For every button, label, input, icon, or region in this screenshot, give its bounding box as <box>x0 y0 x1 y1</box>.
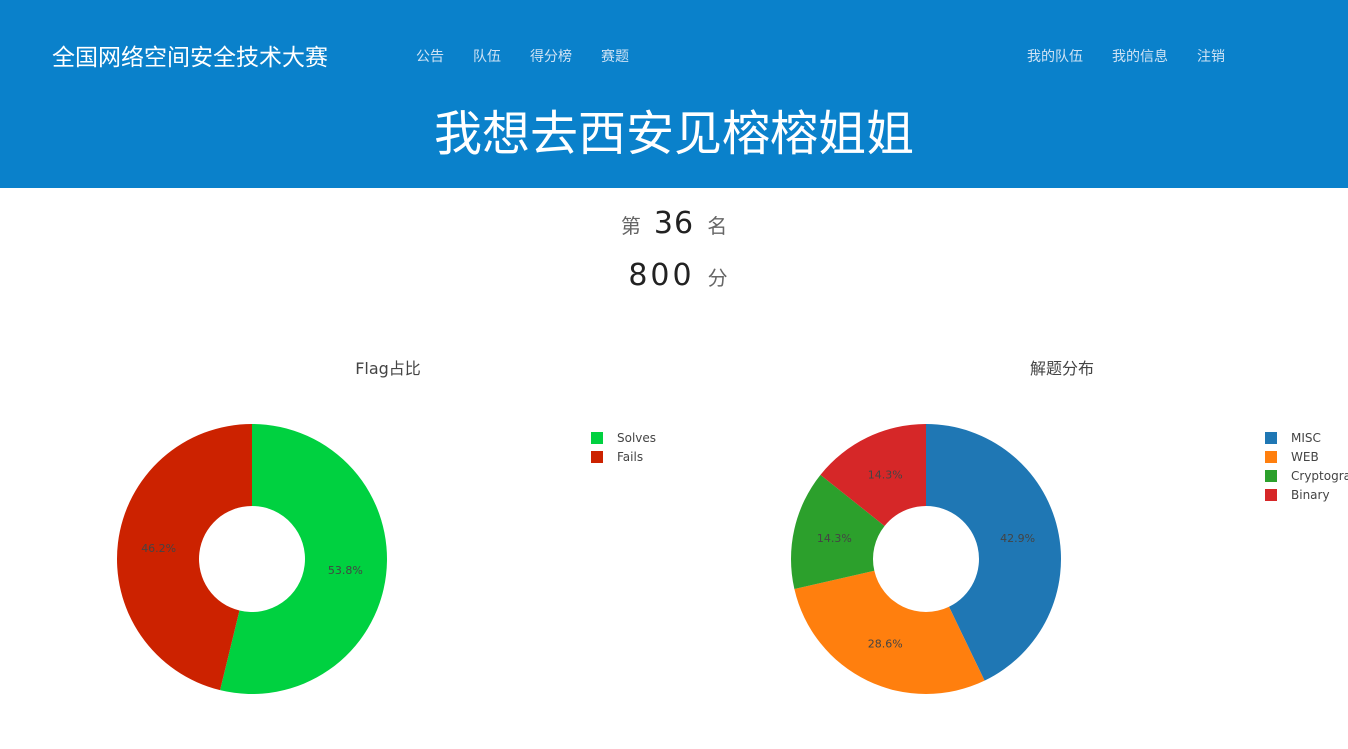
legend-label-web[interactable]: WEB <box>1291 450 1319 464</box>
legend-swatch-cryptography[interactable] <box>1265 470 1277 482</box>
team-score: 800 分 <box>0 258 1348 293</box>
nav-announcements[interactable]: 公告 <box>416 46 444 66</box>
slice-label-misc: 42.9% <box>1000 532 1035 545</box>
user-nav: 我的队伍 我的信息 注销 <box>1027 46 1254 66</box>
slice-label-solves: 53.8% <box>328 564 363 577</box>
legend-swatch-solves[interactable] <box>591 432 603 444</box>
legend-swatch-web[interactable] <box>1265 451 1277 463</box>
legend-swatch-binary[interactable] <box>1265 489 1277 501</box>
rank-suffix: 名 <box>707 214 728 238</box>
slice-label-fails: 46.2% <box>141 542 176 555</box>
legend-swatch-misc[interactable] <box>1265 432 1277 444</box>
nav-teams[interactable]: 队伍 <box>473 46 501 66</box>
nav-my-profile[interactable]: 我的信息 <box>1112 46 1168 66</box>
legend-label-misc[interactable]: MISC <box>1291 431 1321 445</box>
chart-title: 解题分布 <box>1030 359 1094 378</box>
team-rank: 第 36 名 <box>0 206 1348 241</box>
nav-my-team[interactable]: 我的队伍 <box>1027 46 1083 66</box>
flag-ratio-chart: Flag占比 53.8% 46.2% Solves Fails <box>116 359 656 694</box>
legend-swatch-fails[interactable] <box>591 451 603 463</box>
score-value: 800 <box>628 258 695 293</box>
nav-logout[interactable]: 注销 <box>1197 46 1225 66</box>
site-header: 全国网络空间安全技术大赛 公告 队伍 得分榜 赛题 我的队伍 我的信息 注销 我… <box>0 0 1348 188</box>
score-unit: 分 <box>707 266 728 290</box>
slice-label-binary: 14.3% <box>868 468 903 481</box>
solve-distribution-chart: 解题分布 42.9% 28.6% 14.3% 14.3% MISC WEB Cryptogra… <box>791 359 1348 694</box>
slice-label-web: 28.6% <box>868 638 903 651</box>
brand-title[interactable]: 全国网络空间安全技术大赛 <box>52 38 328 72</box>
legend-label-solves[interactable]: Solves <box>617 431 656 445</box>
rank-value: 36 <box>653 206 695 241</box>
legend-label-binary[interactable]: Binary <box>1291 488 1330 502</box>
slice-web[interactable] <box>794 570 985 694</box>
legend-label-cryptography[interactable]: Cryptography <box>1291 469 1348 483</box>
legend-label-fails[interactable]: Fails <box>617 450 643 464</box>
chart-title: Flag占比 <box>355 359 421 378</box>
team-name-title: 我想去西安见榕榕姐姐 <box>433 106 914 162</box>
nav-challenges[interactable]: 赛题 <box>601 46 629 66</box>
slice-label-cryptography: 14.3% <box>817 532 852 545</box>
main-nav: 公告 队伍 得分榜 赛题 <box>416 46 658 66</box>
rank-prefix: 第 <box>620 214 641 238</box>
nav-scoreboard[interactable]: 得分榜 <box>530 46 572 66</box>
